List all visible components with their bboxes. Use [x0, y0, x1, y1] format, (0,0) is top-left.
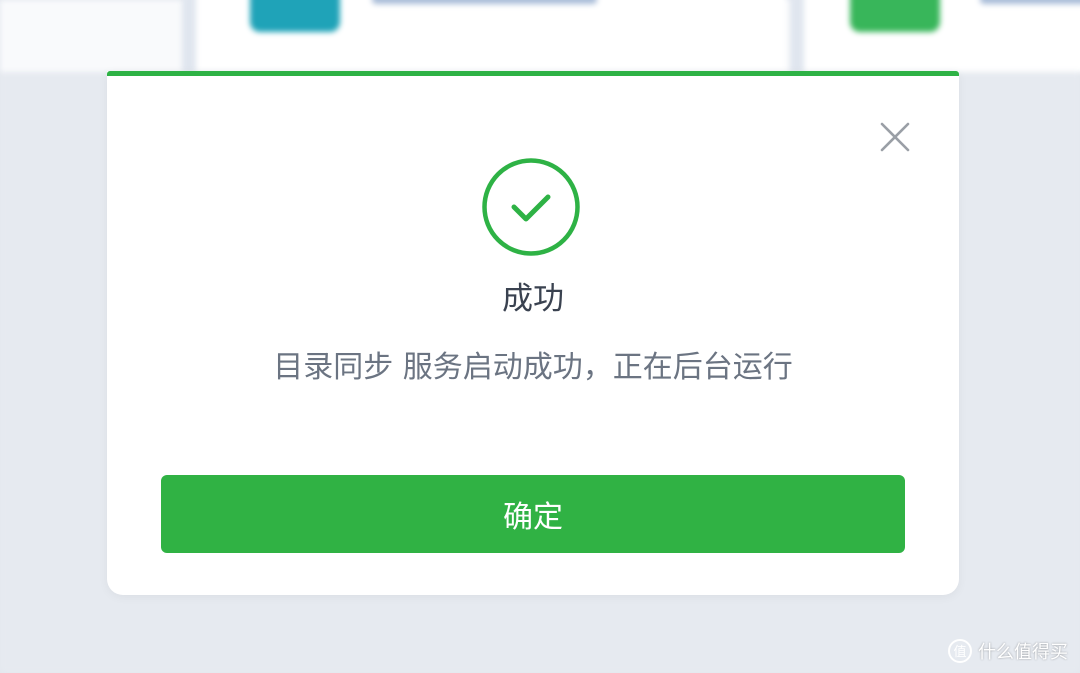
watermark-text: 什么值得买	[978, 642, 1068, 663]
close-icon[interactable]	[877, 119, 913, 155]
background-card-title	[980, 0, 1080, 4]
check-circle-icon	[481, 157, 581, 257]
background-app-icon	[850, 0, 940, 32]
svg-text:值: 值	[953, 644, 966, 660]
dialog-message: 目录同步 服务启动成功，正在后台运行	[273, 350, 793, 385]
watermark-logo-icon: 值	[948, 639, 972, 663]
watermark: 值 什么值得买	[948, 637, 1068, 665]
confirm-button[interactable]: 确定	[161, 475, 905, 553]
dialog-title: 成功	[502, 281, 564, 317]
dialog-accent-bar	[107, 71, 959, 76]
background-card-title	[372, 0, 597, 4]
success-dialog: 成功 目录同步 服务启动成功，正在后台运行 确定	[107, 71, 959, 595]
background-app-icon	[250, 0, 340, 32]
